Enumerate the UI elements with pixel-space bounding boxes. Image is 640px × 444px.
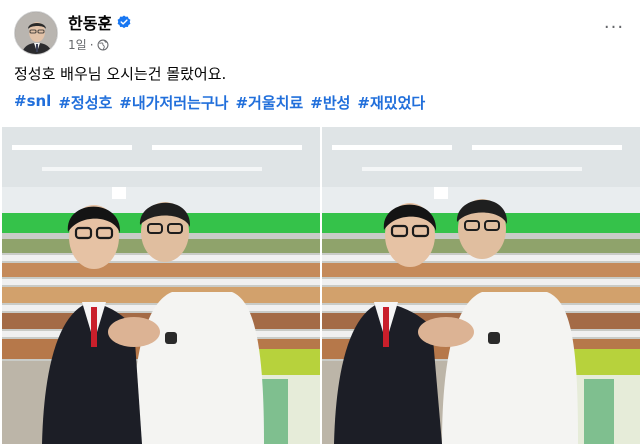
post-photo[interactable] bbox=[322, 127, 640, 444]
hashtag-link[interactable]: #내가저러는구나 bbox=[119, 92, 228, 113]
hashtag-link[interactable]: #재밌었다 bbox=[357, 92, 425, 113]
globe-icon[interactable] bbox=[97, 39, 109, 51]
hashtag-link[interactable]: #정성호 bbox=[58, 92, 112, 113]
author-name[interactable]: 한동훈 bbox=[68, 10, 112, 34]
hashtag-link[interactable]: #반성 bbox=[310, 92, 350, 113]
post-header: 한동훈 1일 · ··· bbox=[14, 8, 626, 56]
post-meta: 1일 · bbox=[68, 36, 109, 53]
hashtag-list: #snl #정성호 #내가저러는구나 #거울치료 #반성 #재밌었다 bbox=[14, 92, 425, 113]
photo-image bbox=[2, 127, 320, 444]
photo-image bbox=[322, 127, 640, 444]
verified-badge-icon bbox=[117, 15, 131, 29]
post-caption: 정성호 배우님 오시는건 몰랐어요. bbox=[14, 65, 227, 83]
author-row: 한동훈 bbox=[68, 10, 131, 34]
more-options-icon: ··· bbox=[603, 17, 625, 38]
facebook-post: 한동훈 1일 · ··· 정성호 배우님 오시는건 몰랐어요. #snl #정성… bbox=[0, 0, 640, 444]
photo-grid bbox=[2, 127, 640, 444]
avatar[interactable] bbox=[14, 11, 58, 55]
hashtag-link[interactable]: #snl bbox=[14, 92, 51, 113]
post-timestamp[interactable]: 1일 bbox=[68, 36, 87, 53]
hashtag-link[interactable]: #거울치료 bbox=[235, 92, 303, 113]
avatar-image bbox=[15, 12, 57, 54]
meta-separator: · bbox=[89, 37, 94, 52]
post-photo[interactable] bbox=[2, 127, 320, 444]
more-options-button[interactable]: ··· bbox=[602, 16, 626, 40]
